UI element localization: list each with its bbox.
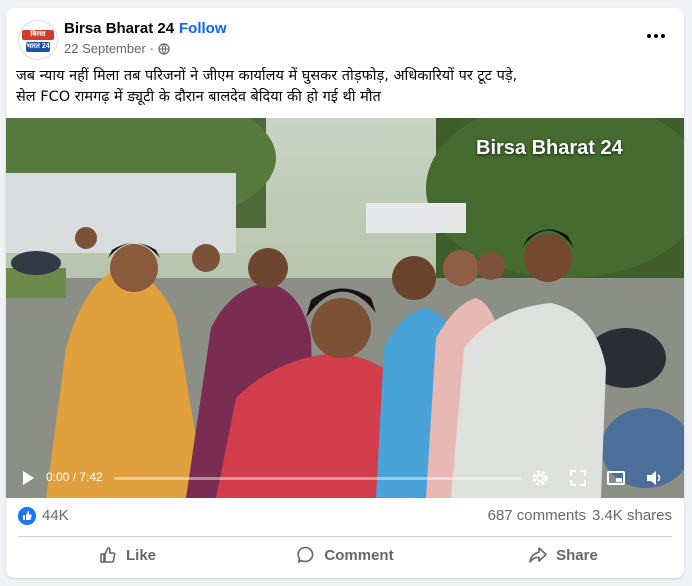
post-meta: 22 September ·	[64, 41, 170, 56]
actions-divider	[18, 536, 672, 537]
reactions-summary: 44K 687 comments 3.4K shares	[6, 498, 684, 534]
comment-button[interactable]: Comment	[236, 538, 454, 572]
video-player[interactable]: Birsa Bharat 24 0:00 / 7:42	[6, 118, 684, 498]
play-icon[interactable]	[20, 470, 36, 486]
name-separator: ·	[171, 20, 176, 37]
more-options-icon[interactable]	[644, 26, 668, 46]
post-card: बिरसा भारत 24 Birsa Bharat 24 · Follow 2…	[6, 8, 684, 578]
comment-icon	[297, 546, 314, 563]
video-watermark: Birsa Bharat 24	[476, 137, 623, 159]
page-avatar[interactable]: बिरसा भारत 24	[18, 20, 58, 60]
video-time: 0:00 / 7:42	[46, 470, 103, 484]
like-reaction-icon[interactable]	[18, 507, 36, 525]
avatar-logo-top: बिरसा	[22, 30, 54, 40]
date-separator: ·	[149, 41, 155, 56]
fullscreen-icon[interactable]	[568, 468, 588, 488]
follow-button[interactable]: Follow	[179, 20, 227, 37]
comment-label: Comment	[324, 546, 394, 564]
shares-count[interactable]: 3.4K shares	[592, 507, 672, 524]
video-progress-bar[interactable]	[114, 477, 522, 480]
like-label: Like	[125, 546, 156, 564]
like-button[interactable]: Like	[18, 538, 236, 572]
caption-line-2: सेल FCO रामगढ़ में ड्यूटी के दौरान बालदे…	[16, 89, 381, 105]
video-frame	[6, 118, 684, 498]
share-button[interactable]: Share	[454, 538, 672, 572]
settings-icon[interactable]	[530, 468, 550, 488]
volume-icon[interactable]	[644, 468, 664, 488]
miniplayer-icon[interactable]	[606, 468, 626, 488]
share-icon	[529, 547, 547, 563]
globe-icon	[158, 42, 170, 55]
like-count[interactable]: 44K	[42, 507, 69, 524]
page-name-link[interactable]: Birsa Bharat 24	[64, 20, 174, 37]
comments-count[interactable]: 687 comments	[488, 507, 586, 524]
video-controls: 0:00 / 7:42	[6, 458, 684, 498]
post-date-link[interactable]: 22 September	[64, 41, 146, 56]
like-icon	[100, 547, 116, 563]
post-caption: जब न्याय नहीं मिला तब परिजनों ने जीएम का…	[16, 66, 676, 108]
share-label: Share	[556, 546, 598, 564]
avatar-logo-bottom: भारत 24	[26, 42, 50, 52]
caption-line-1: जब न्याय नहीं मिला तब परिजनों ने जीएम का…	[16, 68, 518, 84]
